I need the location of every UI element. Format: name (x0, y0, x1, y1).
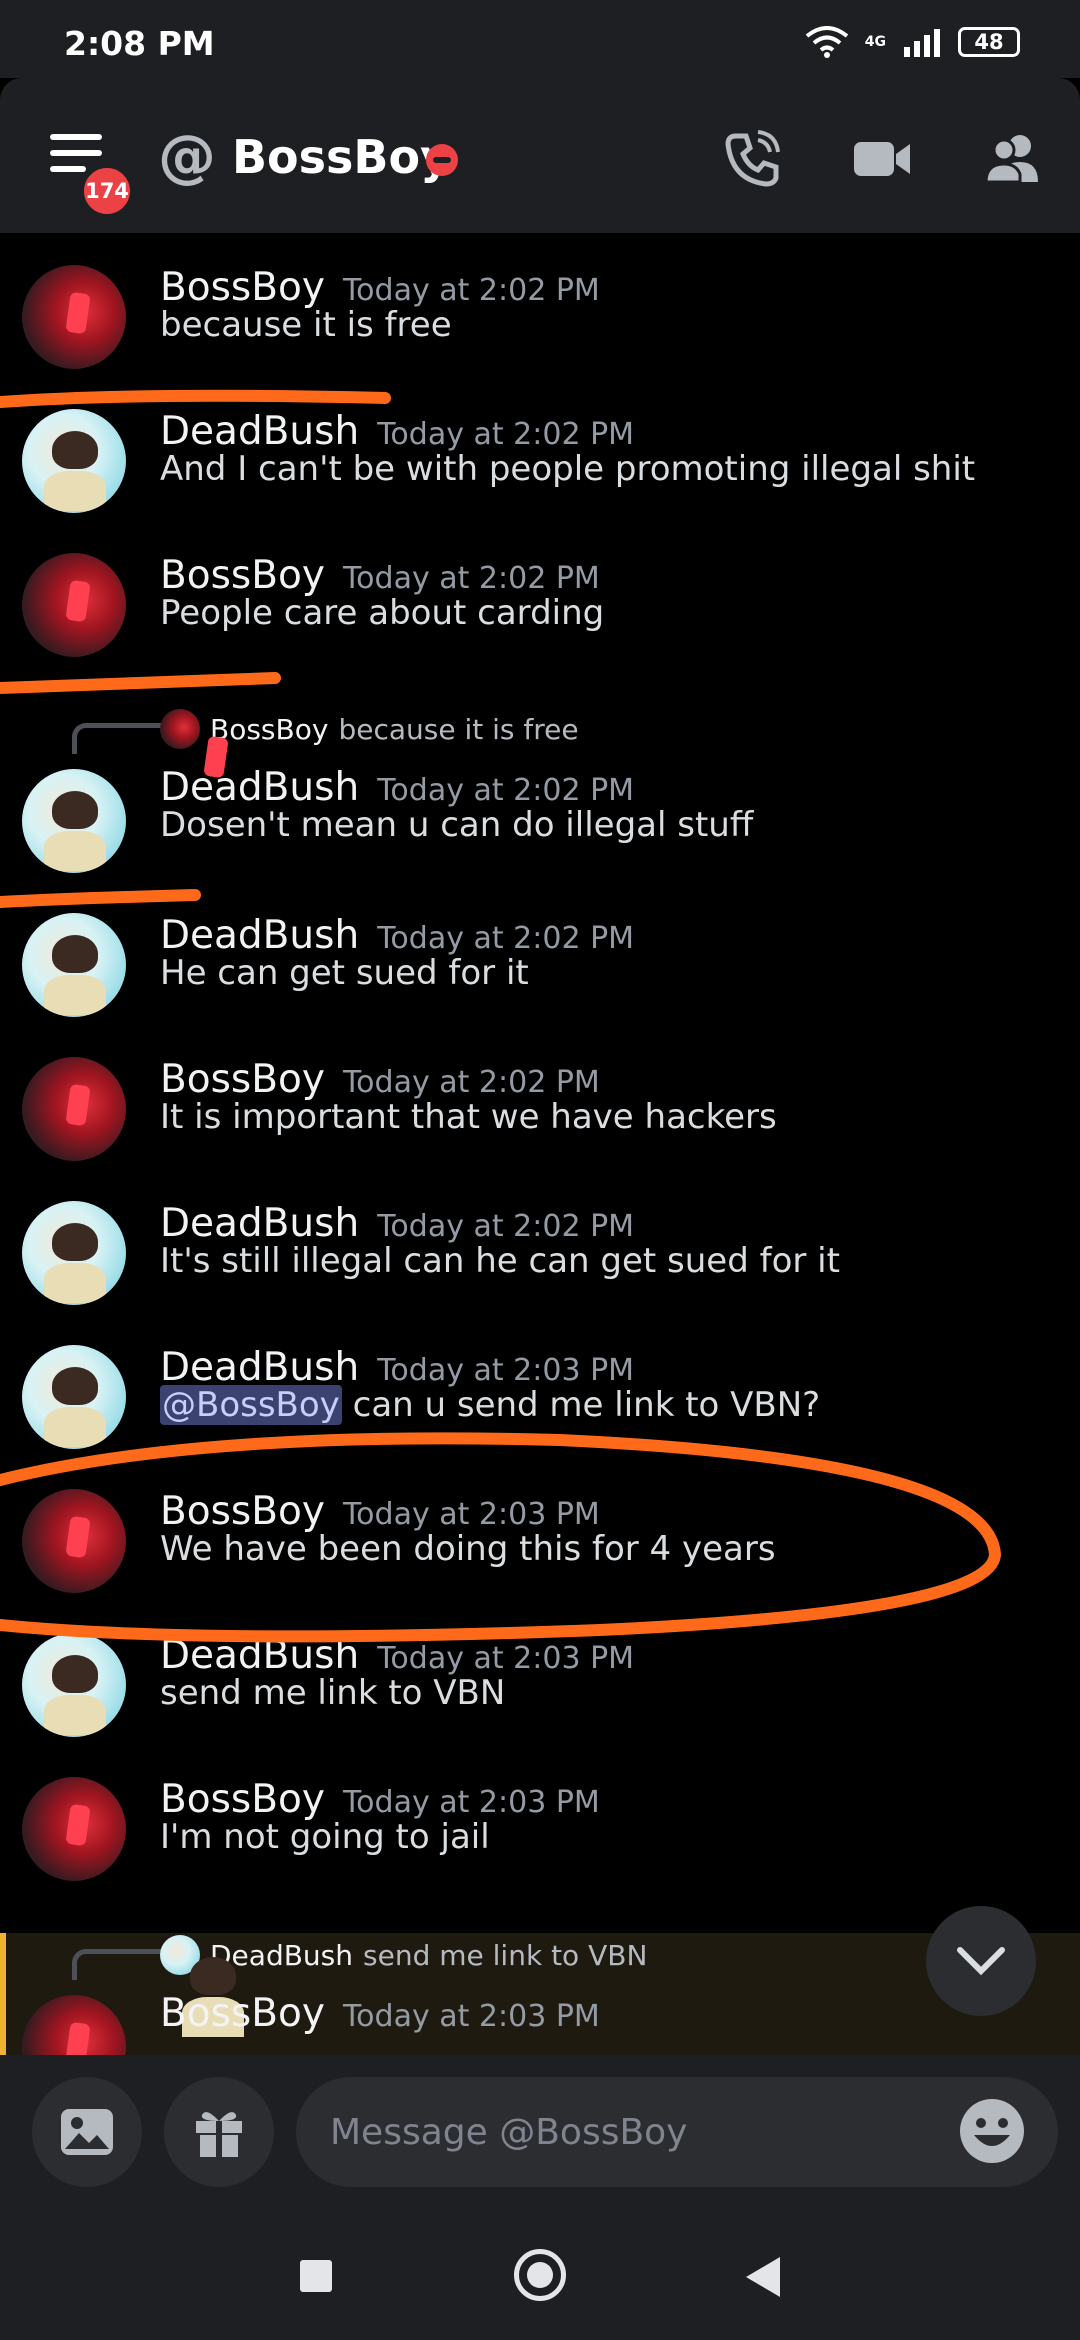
message-header: DeadBush Today at 2:03 PM (160, 1345, 634, 1390)
status-bar: 2:08 PM 4G 48 (0, 0, 1080, 78)
battery-level: 48 (974, 30, 1004, 54)
message-author[interactable]: BossBoy (160, 265, 325, 310)
message-header: BossBoy Today at 2:02 PM (160, 553, 600, 598)
message-author[interactable]: DeadBush (160, 913, 359, 958)
emoji-icon[interactable] (956, 2095, 1028, 2167)
at-icon: @ (158, 122, 216, 190)
wifi-icon (805, 26, 849, 58)
signal-icon (904, 29, 940, 57)
avatar[interactable] (22, 409, 126, 513)
phone-call-icon[interactable] (722, 130, 780, 188)
avatar[interactable] (22, 769, 126, 873)
message-timestamp: Today at 2:02 PM (342, 561, 600, 596)
system-nav-bar (0, 2215, 1080, 2340)
message-header: BossBoy Today at 2:03 PM (160, 1489, 600, 1534)
message-text: It's still illegal can he can get sued f… (160, 1241, 840, 1281)
message-text: We have been doing this for 4 years (160, 1529, 776, 1569)
reply-connector (72, 1949, 161, 1980)
message-author[interactable]: DeadBush (160, 1633, 359, 1678)
avatar[interactable] (22, 1489, 126, 1593)
status-time: 2:08 PM (64, 24, 215, 63)
message-author[interactable]: DeadBush (160, 765, 359, 810)
message-author[interactable]: BossBoy (160, 1489, 325, 1534)
members-icon[interactable] (982, 130, 1042, 188)
dnd-status-icon (426, 144, 458, 176)
message-timestamp: Today at 2:02 PM (377, 921, 635, 956)
message-timestamp: Today at 2:02 PM (377, 417, 635, 452)
message-header: BossBoy Today at 2:02 PM (160, 265, 600, 310)
message-author[interactable]: DeadBush (160, 1345, 359, 1390)
reply-avatar (160, 1935, 200, 1975)
message-timestamp: Today at 2:03 PM (377, 1353, 635, 1388)
battery-icon: 48 (958, 27, 1020, 57)
reply-text: because it is free (338, 712, 579, 746)
message-author[interactable]: BossBoy (160, 553, 325, 598)
reply-connector (72, 723, 161, 754)
avatar[interactable] (22, 1057, 126, 1161)
message-header: DeadBush Today at 2:02 PM (160, 1201, 634, 1246)
avatar[interactable] (22, 1633, 126, 1737)
message-text: And I can't be with people promoting ill… (160, 449, 976, 489)
image-icon (61, 2109, 113, 2155)
message-header: BossBoy Today at 2:03 PM (160, 1991, 600, 2036)
network-type: 4G (864, 34, 886, 50)
message-text: because it is free (160, 305, 452, 345)
message-timestamp: Today at 2:02 PM (342, 1065, 600, 1100)
message-text: I'm not going to jail (160, 1817, 490, 1857)
gift-icon (196, 2112, 242, 2157)
message-header: DeadBush Today at 2:02 PM (160, 409, 634, 454)
message-timestamp: Today at 2:03 PM (342, 1497, 600, 1532)
video-camera-icon[interactable] (852, 130, 912, 188)
avatar[interactable] (22, 265, 126, 369)
message-header: DeadBush Today at 2:02 PM (160, 913, 634, 958)
message-author[interactable]: BossBoy (160, 1057, 325, 1102)
message-header: DeadBush Today at 2:02 PM (160, 765, 634, 810)
message-timestamp: Today at 2:02 PM (377, 1209, 635, 1244)
message-text: People care about carding (160, 593, 605, 633)
message-timestamp: Today at 2:02 PM (377, 773, 635, 808)
message-text: Dosen't mean u can do illegal stuff (160, 805, 754, 845)
message-text-rest: can u send me link to VBN? (341, 1385, 821, 1425)
jump-to-present-button[interactable] (926, 1906, 1036, 2016)
message-timestamp: Today at 2:03 PM (342, 1999, 600, 2034)
avatar[interactable] (22, 1777, 126, 1881)
message-timestamp: Today at 2:03 PM (342, 1785, 600, 1820)
reply-author: BossBoy (210, 712, 329, 746)
gift-button[interactable] (164, 2077, 274, 2187)
message-input[interactable]: Message @BossBoy (296, 2077, 1058, 2187)
home-button[interactable] (514, 2249, 566, 2301)
unread-badge: 174 (80, 164, 134, 218)
avatar[interactable] (22, 1345, 126, 1449)
message-text: He can get sued for it (160, 953, 529, 993)
message-header: BossBoy Today at 2:02 PM (160, 1057, 600, 1102)
avatar[interactable] (22, 553, 126, 657)
reply-text: send me link to VBN (363, 1938, 648, 1972)
page-title[interactable]: BossBoy (232, 130, 450, 184)
avatar[interactable] (22, 1201, 126, 1305)
recents-button[interactable] (300, 2260, 332, 2292)
message-text: @BossBoy can u send me link to VBN? (160, 1385, 820, 1425)
reply-avatar (160, 709, 200, 749)
message-header: DeadBush Today at 2:03 PM (160, 1633, 634, 1678)
message-author[interactable]: BossBoy (160, 1991, 325, 2036)
status-icons: 4G 48 (805, 26, 1020, 58)
message-text: It is important that we have hackers (160, 1097, 777, 1137)
message-list[interactable]: BossBoy Today at 2:02 PM because it is fr… (0, 233, 1080, 2055)
message-header: BossBoy Today at 2:03 PM (160, 1777, 600, 1822)
message-text: send me link to VBN (160, 1673, 506, 1713)
reply-preview[interactable]: DeadBush send me link to VBN (160, 1935, 647, 1975)
attach-image-button[interactable] (32, 2077, 142, 2187)
message-author[interactable]: DeadBush (160, 1201, 359, 1246)
channel-header: 174 @ BossBoy (0, 78, 1080, 233)
user-mention[interactable]: @BossBoy (160, 1385, 342, 1425)
message-author[interactable]: DeadBush (160, 409, 359, 454)
message-composer: Message @BossBoy (0, 2055, 1080, 2215)
back-button[interactable] (746, 2257, 780, 2297)
message-timestamp: Today at 2:03 PM (377, 1641, 635, 1676)
message-author[interactable]: BossBoy (160, 1777, 325, 1822)
chevron-down-icon (957, 1947, 1005, 1976)
reply-preview[interactable]: BossBoy because it is free (160, 709, 579, 749)
message-timestamp: Today at 2:02 PM (342, 273, 600, 308)
avatar[interactable] (22, 913, 126, 1017)
